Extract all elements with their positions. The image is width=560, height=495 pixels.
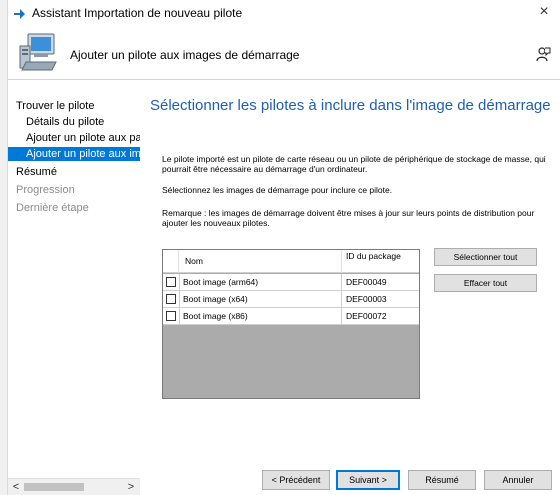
wizard-header: Ajouter un pilote aux images de démarrag… [8, 26, 560, 80]
scroll-right-icon[interactable]: > [124, 480, 138, 494]
nav-item-driver-details[interactable]: Détails du pilote [8, 115, 140, 129]
row-package-id: DEF00003 [346, 294, 387, 304]
row-name: Boot image (arm64) [179, 274, 342, 290]
nav-item-find-driver[interactable]: Trouver le pilote [8, 99, 140, 113]
header-checkbox-column [163, 250, 179, 273]
scroll-thumb[interactable] [24, 483, 84, 491]
column-header-name[interactable]: Nom [179, 250, 342, 273]
row-checkbox[interactable] [166, 311, 176, 321]
next-button[interactable]: Suivant > [336, 470, 400, 490]
table-row[interactable]: Boot image (arm64) DEF00049 [163, 274, 419, 291]
wizard-content: Sélectionner les pilotes à inclure dans … [140, 81, 560, 495]
table-row[interactable]: Boot image (x86) DEF00072 [163, 308, 419, 325]
row-package-id: DEF00049 [346, 277, 387, 287]
column-header-package-id[interactable]: ID du package [342, 252, 419, 261]
window-title: Assistant Importation de nouveau pilote [32, 6, 243, 20]
select-all-button[interactable]: Sélectionner tout [434, 248, 537, 266]
help-person-icon[interactable] [535, 46, 551, 62]
wizard-steps-nav: Trouver le pilote Détails du pilote Ajou… [8, 81, 140, 475]
header-title: Ajouter un pilote aux images de démarrag… [70, 48, 300, 62]
row-checkbox[interactable] [166, 294, 176, 304]
row-package-id: DEF00072 [346, 311, 387, 321]
nav-horizontal-scrollbar[interactable]: < > [8, 478, 140, 495]
row-checkbox[interactable] [166, 277, 176, 287]
cancel-button[interactable]: Annuler [484, 470, 552, 490]
row-name: Boot image (x86) [179, 308, 342, 324]
nav-item-completion: Dernière étape [16, 202, 89, 214]
nav-item-add-to-boot-images[interactable]: Ajouter un pilote aux images de démarrag… [8, 147, 140, 161]
background-window-edge [0, 0, 8, 495]
previous-button[interactable]: < Précédent [262, 470, 330, 490]
computer-icon [19, 33, 57, 71]
nav-item-add-to-packages[interactable]: Ajouter un pilote aux packages [8, 131, 140, 145]
table-row[interactable]: Boot image (x64) DEF00003 [163, 291, 419, 308]
nav-item-summary[interactable]: Résumé [8, 165, 140, 179]
clear-all-button[interactable]: Effacer tout [434, 274, 537, 292]
table-header: Nom ID du package [163, 250, 419, 273]
row-name: Boot image (x64) [179, 291, 342, 307]
close-button[interactable]: × [534, 3, 554, 23]
title-bar: Assistant Importation de nouveau pilote … [8, 0, 560, 26]
note-text: Remarque : les images de démarrage doive… [162, 208, 535, 228]
scroll-left-icon[interactable]: < [9, 480, 23, 494]
nav-item-progress: Progression [16, 184, 75, 196]
page-title: Sélectionner les pilotes à inclure dans … [150, 97, 551, 114]
boot-images-table: Nom ID du package Boot image (arm64) DEF… [162, 249, 420, 399]
summary-button[interactable]: Résumé [408, 470, 476, 490]
description-text: Le pilote importé est un pilote de carte… [162, 154, 546, 174]
wizard-arrow-icon [14, 9, 25, 19]
instruction-text: Sélectionnez les images de démarrage pou… [162, 185, 393, 195]
wizard-window: Assistant Importation de nouveau pilote … [8, 0, 560, 495]
